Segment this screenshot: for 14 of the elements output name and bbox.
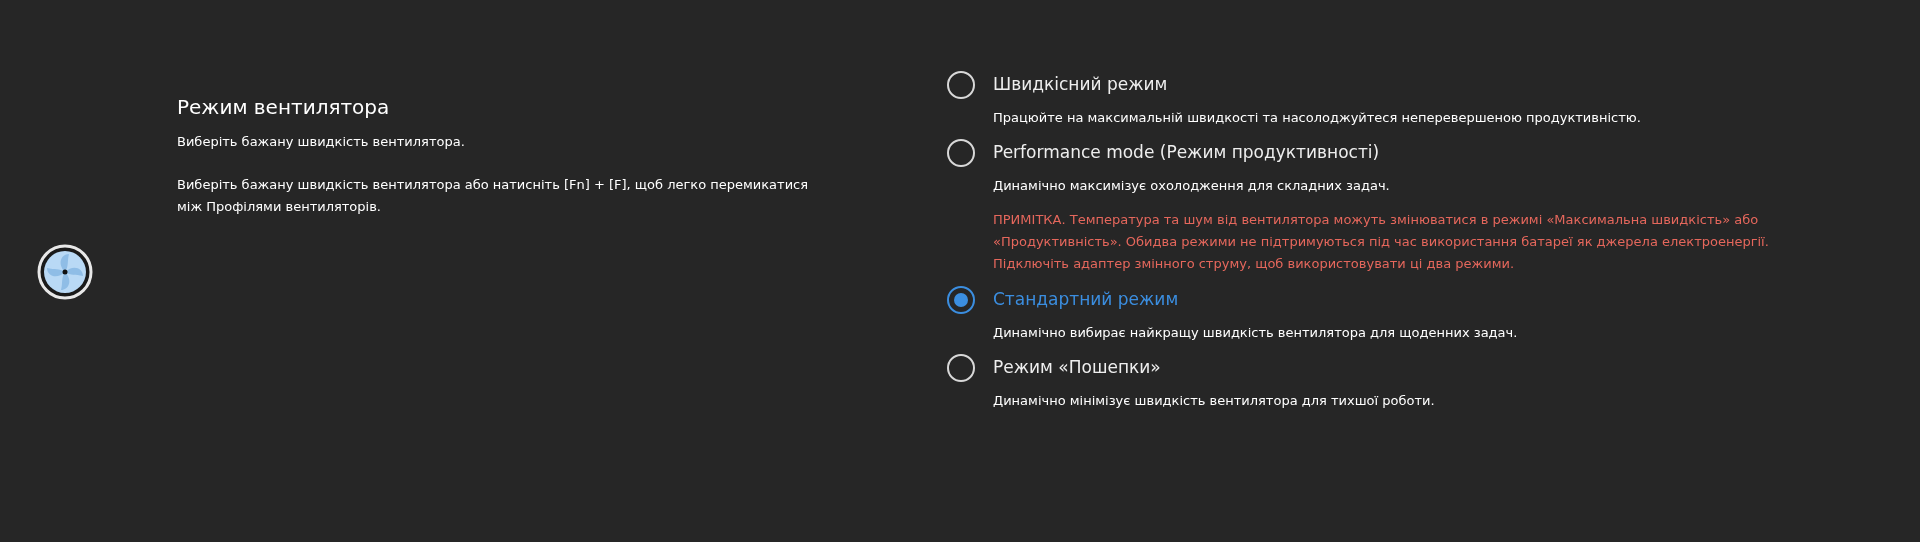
option-description: Динамічно вибирає найкращу швидкість вентилятора для щоденних задач. (992, 324, 1519, 342)
option-description: Динамічно максимізує охолодження для складних задач. (992, 176, 1391, 195)
radio-option[interactable]: Режим «Пошепки» (947, 352, 1161, 383)
fan-icon (37, 244, 93, 300)
radio-button[interactable] (947, 286, 975, 314)
radio-option[interactable]: Швидкісний режим (947, 70, 1168, 100)
section-hint: Виберіть бажану швидкість вентилятора або натисніть [Fn] + [F], щоб легко перемикатися між Профілями вентиляторів. (177, 175, 810, 216)
radio-option[interactable]: Стандартний режим (947, 285, 1179, 315)
section-subtitle: Виберіть бажану швидкість вентилятора. (177, 133, 466, 151)
option-description: Працюйте на максимальній швидкості та насолоджуйтеся неперевершеною продуктивністю. (992, 109, 1642, 127)
radio-option[interactable]: Performance mode (Режим продуктивності) (947, 137, 1380, 168)
warning-note: ПРИМІТКА. Температура та шум від вентилятора можуть змінюватися в режимі «Максимальна швидкість» або «Продуктивність». Обидва режими не підтримуються під час використання батареї як джерела електроенергії. Підключіть адаптер змінного струму, щоб використовувати ці два режими. (992, 211, 1770, 273)
section-title: Режим вентилятора (177, 94, 391, 120)
option-description: Динамічно мінімізує швидкість вентилятора для тихшої роботи. (992, 391, 1436, 410)
